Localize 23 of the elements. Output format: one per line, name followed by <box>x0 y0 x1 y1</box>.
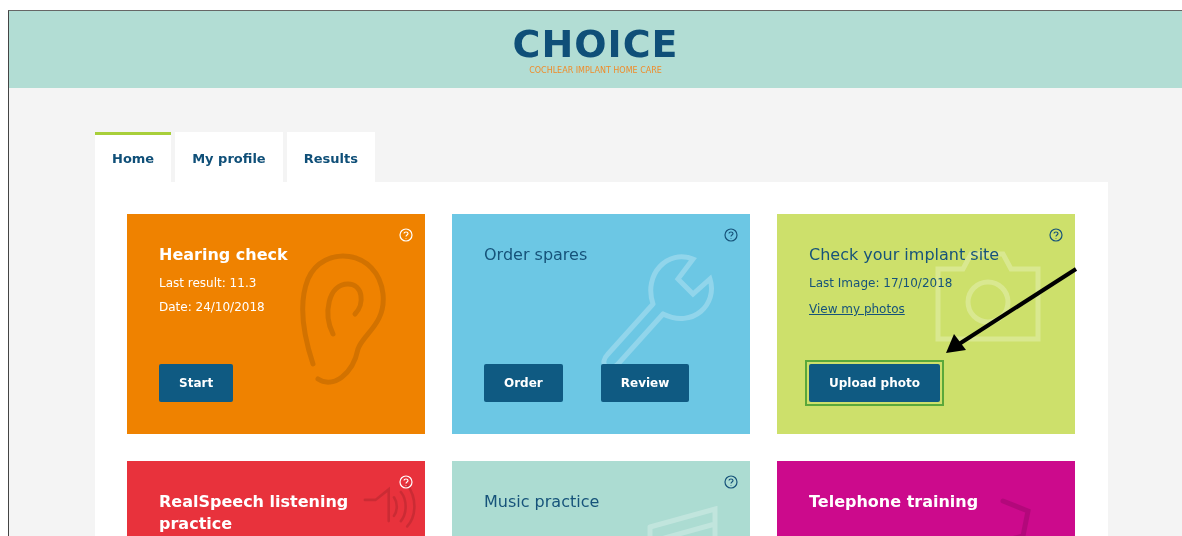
help-icon[interactable] <box>1049 228 1063 242</box>
card-title: RealSpeech listening practice <box>159 491 350 535</box>
card-text: Last result: 11.3 <box>159 276 258 290</box>
logo-tagline: COCHLEAR IMPLANT HOME CARE <box>529 65 662 75</box>
tab[interactable]: My profile <box>175 132 283 182</box>
card-title: Order spares <box>484 244 588 266</box>
card-button[interactable]: Start <box>159 364 234 402</box>
view-photos-link[interactable]: View my photos <box>809 302 905 316</box>
card-title: Hearing check <box>159 244 288 266</box>
help-icon[interactable] <box>724 475 738 489</box>
help-icon[interactable] <box>724 228 738 242</box>
card-title: Telephone training <box>809 491 979 513</box>
logo: CHOICE <box>512 24 679 63</box>
card-title: Check your implant site <box>809 244 1000 266</box>
card-title: Music practice <box>484 491 600 513</box>
speaker-waves-icon <box>362 483 417 528</box>
card-text: Last Image: 17/10/2018 <box>809 276 954 290</box>
tab[interactable]: Results <box>286 132 375 182</box>
card-button[interactable]: Order <box>484 364 563 402</box>
tab[interactable]: Home <box>95 132 172 182</box>
card-button[interactable]: Upload photo <box>809 364 940 402</box>
card-text: Date: 24/10/2018 <box>159 300 266 314</box>
card-button[interactable]: Review <box>600 364 690 402</box>
